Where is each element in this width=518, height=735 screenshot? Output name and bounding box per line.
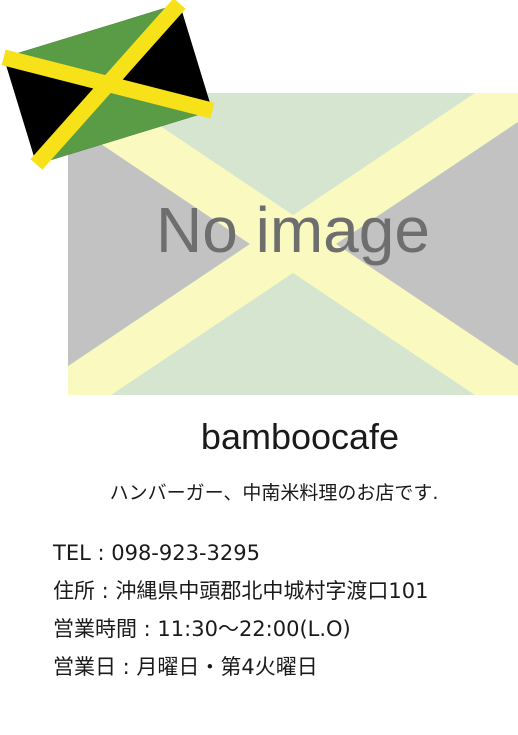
jamaica-flag-icon bbox=[0, 0, 222, 170]
address: 住所 : 沖縄県中頭郡北中城村字渡口101 bbox=[53, 579, 429, 603]
business-hours: 営業時間 : 11:30〜22:00(L.O) bbox=[53, 617, 351, 641]
no-image-label: No image bbox=[156, 194, 430, 266]
shop-info-list: TEL : 098-923-3295 住所 : 沖縄県中頭郡北中城村字渡口101… bbox=[53, 534, 429, 686]
shop-name: bamboocafe bbox=[200, 416, 400, 457]
business-days: 営業日 : 月曜日・第4火曜日 bbox=[53, 655, 318, 679]
phone-number: TEL : 098-923-3295 bbox=[53, 541, 260, 565]
shop-tagline: ハンバーガー、中南米料理のお店です. bbox=[109, 482, 439, 504]
